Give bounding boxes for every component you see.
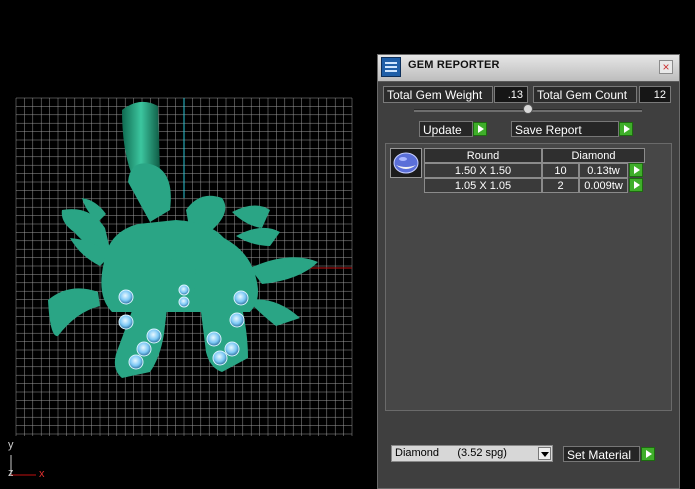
leaf [48, 288, 100, 337]
row-weight-cell: 0.009tw [579, 178, 628, 193]
gem-stone[interactable] [128, 354, 144, 370]
update-play-icon[interactable] [473, 122, 487, 136]
total-gem-count-value: 12 [639, 86, 671, 103]
leaf [250, 257, 318, 284]
panel-title: GEM REPORTER [408, 59, 500, 71]
row-select-play-icon[interactable] [629, 163, 643, 177]
set-material-button[interactable]: Set Material [563, 446, 640, 462]
axis-gizmo [10, 455, 36, 476]
update-button-label: Update [423, 123, 462, 137]
row-size-cell: 1.50 X 1.50 [424, 163, 542, 178]
gem-table-area: Round Diamond 1.50 X 1.50 10 0.13tw 1.05… [385, 143, 672, 411]
leaf [232, 205, 270, 228]
gem-stone[interactable] [146, 328, 162, 344]
gem-stone[interactable] [178, 296, 190, 308]
update-button[interactable]: Update [419, 121, 473, 137]
gem-stone[interactable] [136, 341, 152, 357]
total-gem-count-label: Total Gem Count [533, 86, 637, 103]
material-select-value: Diamond (3.52 spg) [395, 447, 507, 459]
axis-y-label: y [8, 439, 14, 451]
pendant-model[interactable] [48, 101, 318, 378]
gem-stone[interactable] [212, 350, 228, 366]
gem-stone[interactable] [229, 312, 245, 328]
viewport-scene[interactable] [0, 0, 375, 489]
save-report-button-label: Save Report [515, 123, 582, 137]
gem-stone[interactable] [224, 341, 240, 357]
gem-stone[interactable] [118, 314, 134, 330]
round-gem-icon[interactable] [390, 148, 422, 178]
gem-stone[interactable] [206, 331, 222, 347]
set-material-button-label: Set Material [567, 448, 632, 462]
table-header-diamond: Diamond [542, 148, 645, 163]
row-select-play-icon[interactable] [629, 178, 643, 192]
gem-stone[interactable] [178, 284, 190, 296]
table-header-round: Round [424, 148, 542, 163]
save-report-button[interactable]: Save Report [511, 121, 619, 137]
row-weight-cell: 0.13tw [579, 163, 628, 178]
set-material-play-icon[interactable] [641, 447, 655, 461]
3d-viewport[interactable]: y z x [0, 0, 375, 489]
gem-stone[interactable] [118, 289, 134, 305]
panel-titlebar[interactable]: GEM REPORTER × [378, 55, 679, 82]
row-size-cell: 1.05 X 1.05 [424, 178, 542, 193]
grid-report-icon [381, 57, 401, 77]
material-select[interactable]: Diamond (3.52 spg) [391, 445, 553, 462]
save-report-play-icon[interactable] [619, 122, 633, 136]
gem-reporter-panel: GEM REPORTER × Total Gem Weight .13 Tota… [377, 54, 680, 489]
row-count-cell: 2 [542, 178, 579, 193]
total-gem-weight-value: .13 [494, 86, 528, 103]
row-count-cell: 10 [542, 163, 579, 178]
close-icon[interactable]: × [659, 60, 673, 74]
total-gem-weight-label: Total Gem Weight [383, 86, 493, 103]
axis-z-label: z [8, 467, 14, 479]
gem-stone[interactable] [233, 290, 249, 306]
axis-x-label: x [39, 468, 45, 480]
chevron-down-icon[interactable] [538, 447, 551, 460]
slider-handle[interactable] [523, 104, 533, 114]
leaf-loop [128, 163, 171, 222]
